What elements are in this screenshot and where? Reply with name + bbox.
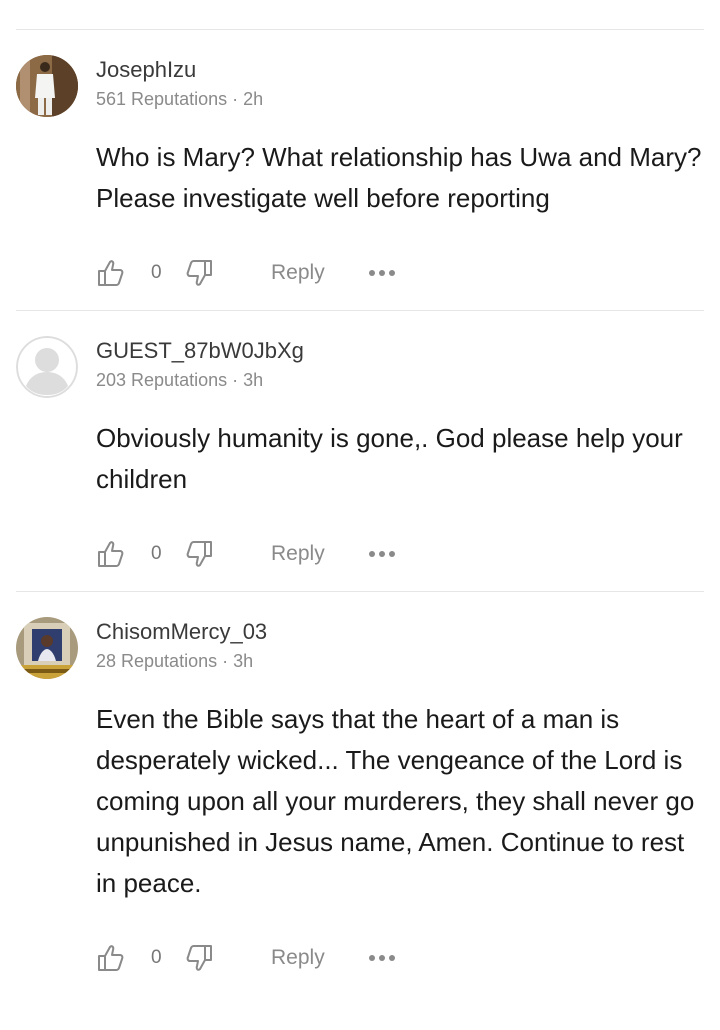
comment-divider xyxy=(16,310,704,311)
user-photo-avatar-icon[interactable] xyxy=(16,55,78,117)
comment-text: Even the Bible says that the heart of a … xyxy=(96,704,695,898)
meta-separator: · xyxy=(217,651,234,671)
reply-button[interactable]: Reply xyxy=(271,537,325,571)
comment-time: 2h xyxy=(243,89,264,109)
like-count: 0 xyxy=(151,262,162,283)
reply-button[interactable]: Reply xyxy=(271,256,325,290)
comment-actions: 0 Reply xyxy=(96,941,426,975)
previous-comment-actions xyxy=(96,0,336,6)
comment-meta: 28 Reputations · 3h xyxy=(96,651,253,672)
comment-actions: 0 Reply xyxy=(96,537,426,571)
reputation-count: 561 Reputations xyxy=(96,89,228,109)
comment-time: 3h xyxy=(243,370,264,390)
thumbs-down-icon[interactable] xyxy=(184,941,216,975)
comment-text: Obviously humanity is gone,. God please … xyxy=(96,423,683,494)
reputation-count: 28 Reputations xyxy=(96,651,218,671)
meta-separator: · xyxy=(227,89,244,109)
username[interactable]: GUEST_87bW0JbXg xyxy=(96,338,304,364)
more-options-icon[interactable] xyxy=(368,256,396,290)
user-photo-avatar-icon[interactable] xyxy=(16,617,78,679)
comment-meta: 561 Reputations · 2h xyxy=(96,89,263,110)
username[interactable]: ChisomMercy_03 xyxy=(96,619,267,645)
more-options-icon[interactable] xyxy=(368,941,396,975)
like-count: 0 xyxy=(151,947,162,968)
comment-meta: 203 Reputations · 3h xyxy=(96,370,263,391)
comment-divider xyxy=(16,591,704,592)
thumbs-up-icon[interactable] xyxy=(96,537,128,571)
thumbs-up-icon[interactable] xyxy=(96,941,128,975)
like-count: 0 xyxy=(151,543,162,564)
comment-text: Who is Mary? What relationship has Uwa a… xyxy=(96,142,702,213)
username[interactable]: JosephIzu xyxy=(96,57,196,83)
meta-separator: · xyxy=(227,370,244,390)
comment-time: 3h xyxy=(233,651,254,671)
comment-divider xyxy=(16,29,704,30)
reputation-count: 203 Reputations xyxy=(96,370,228,390)
default-user-avatar-icon[interactable] xyxy=(16,336,78,398)
reply-button[interactable]: Reply xyxy=(271,941,325,975)
more-options-icon[interactable] xyxy=(368,537,396,571)
thumbs-down-icon[interactable] xyxy=(184,537,216,571)
thumbs-down-icon[interactable] xyxy=(184,256,216,290)
thumbs-up-icon[interactable] xyxy=(96,256,128,290)
comment-actions: 0 Reply xyxy=(96,256,426,290)
